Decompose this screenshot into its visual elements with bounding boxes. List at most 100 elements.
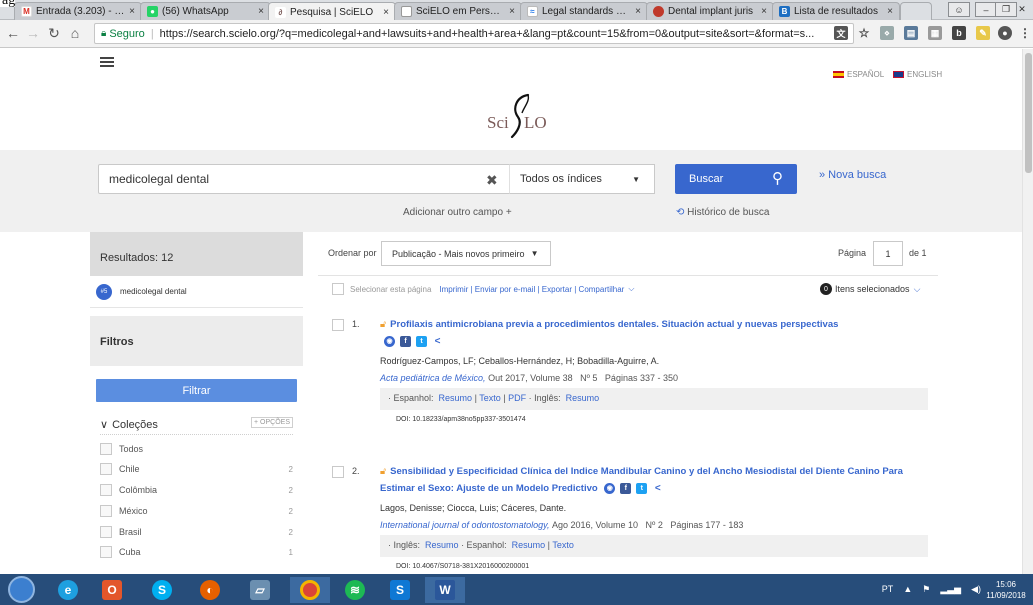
- checkbox[interactable]: [100, 484, 112, 496]
- taskbar-outlook[interactable]: O: [92, 577, 132, 603]
- abstract-link[interactable]: Resumo: [566, 393, 600, 403]
- user-profile-button[interactable]: ☺: [948, 2, 970, 17]
- result-checkbox[interactable]: [332, 466, 344, 478]
- fulltext-link[interactable]: Texto: [552, 540, 574, 550]
- checkbox[interactable]: [100, 443, 112, 455]
- twitter-icon[interactable]: t: [416, 335, 427, 347]
- translate-icon[interactable]: 文: [834, 26, 848, 40]
- checkbox[interactable]: [100, 463, 112, 475]
- volume-icon[interactable]: ◀︎): [971, 584, 981, 595]
- reload-icon[interactable]: ↻: [45, 24, 63, 42]
- close-tab-icon[interactable]: ×: [383, 7, 389, 18]
- minimize-button[interactable]: ‒: [975, 2, 997, 17]
- result-checkbox[interactable]: [332, 319, 344, 331]
- scielo-logo[interactable]: Sci LO: [487, 93, 577, 151]
- chevron-down-icon[interactable]: ⌵: [628, 284, 634, 294]
- taskbar-skype[interactable]: S: [142, 577, 182, 603]
- extension-icon[interactable]: ▤: [904, 26, 918, 40]
- chevron-up-icon[interactable]: ▲: [903, 584, 912, 595]
- result-journal[interactable]: International journal of odontostomatolo…: [380, 520, 743, 530]
- windows-start-button[interactable]: [8, 576, 35, 603]
- lang-english-link[interactable]: ENGLISH: [893, 70, 942, 79]
- close-tab-icon[interactable]: ×: [258, 6, 264, 17]
- pdf-link[interactable]: PDF: [508, 393, 526, 403]
- twitter-icon[interactable]: t: [636, 482, 648, 494]
- comment-icon[interactable]: ◉: [384, 335, 395, 347]
- forward-icon[interactable]: →: [24, 24, 42, 42]
- result-journal[interactable]: Acta pediátrica de México, Out 2017, Vol…: [380, 373, 678, 383]
- flag-icon[interactable]: ⚑: [922, 584, 930, 595]
- clear-search-icon[interactable]: ✖: [486, 172, 498, 189]
- collection-item[interactable]: Colômbia 2: [100, 481, 293, 499]
- taskbar-skype-business[interactable]: S: [380, 577, 420, 603]
- share-icon[interactable]: <: [432, 336, 443, 347]
- tab-bing-results[interactable]: B Lista de resultados ×: [772, 2, 900, 20]
- result-title-link[interactable]: 🔓︎ Profilaxis antimicrobiana previa a pro…: [380, 316, 940, 350]
- abstract-link[interactable]: Resumo: [512, 540, 546, 550]
- checkbox[interactable]: [100, 526, 112, 538]
- close-tab-icon[interactable]: ×: [887, 6, 893, 17]
- abstract-link[interactable]: Resumo: [425, 540, 459, 550]
- back-icon[interactable]: ←: [4, 24, 22, 42]
- new-tab-button[interactable]: [900, 2, 932, 20]
- new-search-link[interactable]: » Nova busca: [819, 169, 886, 181]
- fulltext-link[interactable]: Texto: [479, 393, 501, 403]
- taskbar-word[interactable]: W: [425, 577, 465, 603]
- collection-item[interactable]: Chile 2: [100, 460, 293, 478]
- tab-whatsapp[interactable]: ● (56) WhatsApp ×: [140, 2, 271, 20]
- tab-scielo-search[interactable]: ∂ Pesquisa | SciELO ×: [268, 2, 396, 21]
- search-history-link[interactable]: ⟲ Histórico de busca: [676, 207, 769, 218]
- tab-dental-implant[interactable]: Dental implant juris ×: [646, 2, 774, 20]
- filter-button[interactable]: Filtrar: [96, 379, 297, 402]
- close-window-button[interactable]: ✕: [1013, 2, 1031, 17]
- scrollbar-thumb[interactable]: [1025, 53, 1032, 173]
- close-tab-icon[interactable]: ×: [509, 6, 515, 17]
- collections-toggle[interactable]: ∨ Coleções + OPÇÕES: [100, 415, 293, 435]
- extension-icon[interactable]: ⋄: [880, 26, 894, 40]
- extension-icon[interactable]: ✎: [976, 26, 990, 40]
- network-icon[interactable]: ▂▃▅: [940, 584, 961, 595]
- select-page-checkbox[interactable]: [332, 283, 344, 295]
- tab-scielo-perspectiva[interactable]: SciELO em Perspecti ×: [394, 2, 522, 20]
- bookmark-star-icon[interactable]: ☆: [857, 26, 871, 40]
- menu-kebab-icon[interactable]: ⋮: [1018, 26, 1032, 40]
- collection-item[interactable]: Cuba 1: [100, 543, 293, 561]
- collection-item[interactable]: México 2: [100, 502, 293, 520]
- selected-items[interactable]: 0 Itens selecionados ⌵: [820, 283, 920, 295]
- tab-gmail[interactable]: M Entrada (3.203) - jf.s ×: [14, 2, 142, 20]
- results-actions-links[interactable]: Imprimir | Enviar por e-mail | Exportar …: [439, 285, 624, 294]
- close-tab-icon[interactable]: ×: [129, 6, 135, 17]
- tab-legal-standards[interactable]: ≈ Legal standards of c ×: [520, 2, 648, 20]
- system-clock[interactable]: 15:06 11/09/2018: [985, 579, 1027, 601]
- collection-item[interactable]: Todos: [100, 440, 293, 458]
- close-tab-icon[interactable]: ×: [635, 6, 641, 17]
- share-icon[interactable]: <: [652, 483, 663, 494]
- more-options-button[interactable]: + OPÇÕES: [251, 417, 293, 428]
- abstract-link[interactable]: Resumo: [439, 393, 473, 403]
- home-icon[interactable]: ⌂: [66, 24, 84, 42]
- taskbar-files[interactable]: ▱: [240, 577, 280, 603]
- hamburger-menu-icon[interactable]: [100, 57, 114, 67]
- facebook-icon[interactable]: f: [620, 482, 632, 494]
- search-button[interactable]: Buscar ⚲: [675, 164, 797, 194]
- query-history-item[interactable]: #5 medicolegal dental: [90, 276, 303, 308]
- close-tab-icon[interactable]: ×: [761, 6, 767, 17]
- checkbox[interactable]: [100, 546, 112, 558]
- add-field-link[interactable]: Adicionar outro campo +: [403, 207, 512, 218]
- taskbar-firefox[interactable]: ◐: [190, 577, 230, 603]
- extension-icon[interactable]: b: [952, 26, 966, 40]
- sort-select[interactable]: Publicação - Mais novos primeiro ▼: [381, 241, 551, 266]
- page-scrollbar[interactable]: [1022, 49, 1033, 574]
- search-input[interactable]: medicolegal dental: [98, 164, 510, 194]
- taskbar-ie[interactable]: e: [48, 577, 88, 603]
- extension-icon[interactable]: ●: [998, 26, 1012, 40]
- input-language[interactable]: PT: [882, 584, 894, 595]
- checkbox[interactable]: [100, 505, 112, 517]
- taskbar-spotify[interactable]: ≋: [335, 577, 375, 603]
- taskbar-chrome[interactable]: [290, 577, 330, 603]
- collection-item[interactable]: Brasil 2: [100, 523, 293, 541]
- page-input[interactable]: 1: [873, 241, 903, 266]
- facebook-icon[interactable]: f: [400, 335, 411, 347]
- lang-espanol-link[interactable]: ESPAÑOL: [833, 70, 884, 79]
- address-bar[interactable]: 🔒︎ Seguro | https://search.scielo.org/?q…: [94, 23, 854, 44]
